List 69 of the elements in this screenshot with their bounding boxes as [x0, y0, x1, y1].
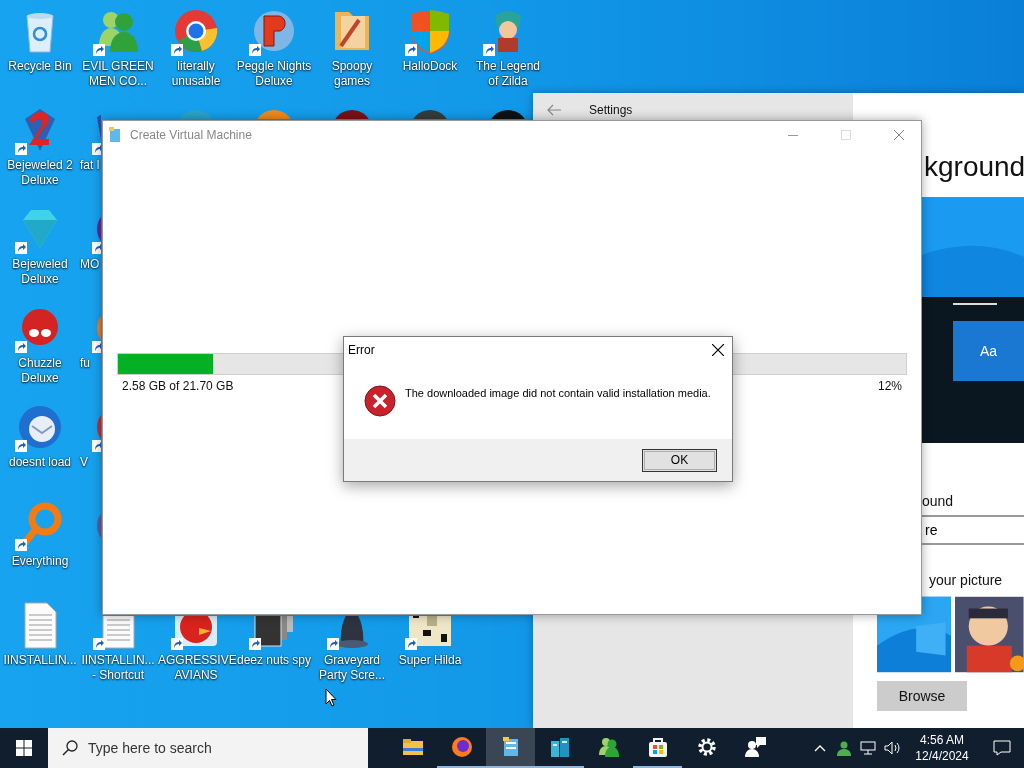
search-icon [62, 740, 78, 756]
start-windows-icon[interactable] [16, 740, 32, 756]
shortcut-arrow-icon [93, 638, 105, 650]
setting-label: ound [922, 493, 955, 509]
desktop-icon-label: literally unusable [170, 59, 222, 89]
clock-time[interactable]: 4:56 AM [920, 732, 964, 748]
progress-percent-text: 12% [877, 379, 902, 393]
desktop-icon-label: Peggle Nights Deluxe [236, 59, 312, 89]
back-arrow-icon[interactable] [547, 104, 561, 116]
desktop-icon-label: fu [79, 356, 90, 371]
shortcut-arrow-icon [327, 638, 339, 650]
desktop-icon-label: deez nuts spy [236, 653, 312, 668]
app-icon [108, 127, 122, 143]
desktop-icon-label: IINSTALLIN... - Shortcut [80, 653, 156, 683]
ok-button[interactable]: OK [642, 448, 717, 472]
browse-button[interactable]: Browse [877, 681, 967, 711]
desktop-icon-label: IINSTALLIN... [2, 653, 78, 668]
dialog-title: Error [348, 343, 375, 357]
clock-date[interactable]: 12/4/2024 [915, 748, 969, 764]
shortcut-arrow-icon [249, 638, 261, 650]
page-heading: kground [924, 150, 1024, 184]
chevron-up-icon[interactable] [814, 744, 826, 752]
feedback-person-icon[interactable] [743, 735, 768, 759]
desktop-icon-label: The Legend of Zilda [474, 59, 542, 89]
desktop-icon-label: doesnt load [7, 455, 73, 470]
person-icon[interactable] [836, 740, 852, 756]
taskbar-app-button[interactable] [486, 728, 535, 768]
shortcut-arrow-icon [15, 341, 27, 353]
desktop-icon-label: Spoopy games [330, 59, 374, 89]
desktop-icon-label: Super Hilda [397, 653, 463, 668]
underline-mark [953, 303, 997, 306]
progress-size-text: 2.58 GB of 21.70 GB [122, 379, 234, 393]
volume-icon[interactable] [884, 741, 900, 755]
desktop-icon-label: Bejeweled Deluxe [11, 257, 69, 287]
network-icon[interactable] [860, 741, 876, 755]
desktop-icon-label: Everything [10, 554, 70, 569]
search-field[interactable]: Type here to search [48, 728, 368, 768]
desktop-icon-label: MO [79, 257, 100, 272]
desktop-icon-label: fat l [79, 158, 100, 173]
shortcut-arrow-icon [405, 638, 417, 650]
shortcut-arrow-icon [483, 44, 495, 56]
browser-icon[interactable] [449, 735, 474, 759]
shortcut-arrow-icon [15, 143, 27, 155]
minimize-icon[interactable] [787, 134, 798, 136]
desktop-icon-label: Bejeweled 2 Deluxe [6, 158, 74, 188]
desktop-icon-label: HalloDock [401, 59, 459, 74]
desktop-icon-label: V [79, 455, 88, 470]
shortcut-arrow-icon [171, 44, 183, 56]
notification-icon[interactable] [993, 740, 1011, 756]
close-icon[interactable] [712, 344, 724, 356]
shortcut-arrow-icon [171, 638, 183, 650]
shortcut-arrow-icon [249, 44, 261, 56]
shortcut-arrow-icon [15, 539, 27, 551]
error-icon [364, 385, 396, 417]
window-title: Settings [589, 103, 633, 117]
shortcut-arrow-icon [405, 44, 417, 56]
desktop-icon-label: EVIL GREEN MEN CO... [81, 59, 155, 89]
setting-label: your picture [929, 572, 1004, 588]
mouse-cursor-icon [325, 688, 337, 707]
desktop-icon-label: Chuzzle Deluxe [17, 356, 63, 386]
error-message: The downloaded image did not contain valid installation media. [405, 386, 711, 400]
shortcut-arrow-icon [15, 242, 27, 254]
desktop-icon-label: Graveyard Party Scre... [318, 653, 386, 683]
shortcut-arrow-icon [93, 44, 105, 56]
preview-tile: Aa [953, 321, 1024, 381]
desktop-icon-label: Recycle Bin [7, 59, 73, 74]
window-title: Create Virtual Machine [130, 128, 253, 142]
people-icon[interactable] [596, 735, 621, 759]
shortcut-arrow-icon [15, 440, 27, 452]
